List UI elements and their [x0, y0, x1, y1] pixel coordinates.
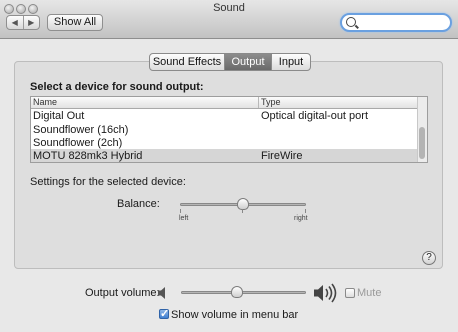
settings-label: Settings for the selected device:	[30, 176, 186, 188]
mute-label: Mute	[357, 287, 382, 299]
tab-bar: Sound Effects Output Input	[149, 53, 311, 71]
title-bar: Sound ◀ ▶ Show All	[0, 0, 458, 39]
search-icon	[346, 17, 356, 27]
table-scrollbar[interactable]	[417, 97, 427, 162]
tab-sound-effects[interactable]: Sound Effects	[150, 54, 224, 70]
device-table: Name Type Digital Out Optical digital-ou…	[30, 96, 428, 163]
table-header: Name Type	[31, 97, 419, 109]
tick-mark	[180, 209, 181, 213]
tab-output[interactable]: Output	[224, 54, 271, 70]
scrollbar-thumb[interactable]	[419, 127, 425, 159]
device-select-heading: Select a device for sound output:	[30, 81, 204, 93]
search-field[interactable]	[340, 13, 452, 32]
balance-label: Balance:	[117, 198, 160, 210]
device-name: Digital Out	[33, 110, 85, 122]
help-button[interactable]: ?	[422, 251, 436, 265]
table-row[interactable]: Digital Out Optical digital-out port	[31, 109, 419, 123]
device-name: Soundflower (16ch)	[33, 124, 129, 136]
volume-slider-track[interactable]	[181, 291, 306, 294]
output-volume-label: Output volume:	[85, 287, 160, 299]
speaker-low-icon	[158, 287, 165, 299]
back-forward-control: ◀ ▶	[6, 15, 40, 30]
column-header-type[interactable]: Type	[261, 97, 281, 108]
balance-ticks	[180, 209, 306, 213]
search-input[interactable]	[358, 16, 450, 31]
mute-checkbox[interactable]	[345, 288, 355, 298]
tick-mark	[305, 209, 306, 213]
device-type: FireWire	[261, 150, 303, 162]
column-header-name[interactable]: Name	[33, 97, 57, 108]
column-divider	[258, 97, 259, 108]
volume-slider-knob[interactable]	[231, 286, 244, 298]
tick-mark	[242, 209, 243, 213]
balance-right-label: right	[294, 215, 308, 222]
device-type: Optical digital-out port	[261, 110, 368, 122]
device-name: Soundflower (2ch)	[33, 137, 123, 149]
show-all-button[interactable]: Show All	[47, 14, 103, 31]
forward-arrow-icon[interactable]: ▶	[22, 16, 40, 29]
table-row[interactable]: Soundflower (2ch)	[31, 136, 419, 150]
speaker-high-icon	[314, 283, 337, 303]
show-volume-checkbox[interactable]	[159, 307, 169, 320]
tab-input[interactable]: Input	[271, 54, 310, 70]
device-name: MOTU 828mk3 Hybrid	[33, 150, 143, 162]
table-row-selected[interactable]: MOTU 828mk3 Hybrid FireWire	[31, 149, 419, 162]
table-row[interactable]: Soundflower (16ch)	[31, 123, 419, 137]
balance-left-label: left	[179, 215, 189, 222]
back-arrow-icon[interactable]: ◀	[7, 16, 23, 29]
show-volume-label: Show volume in menu bar	[171, 309, 299, 321]
